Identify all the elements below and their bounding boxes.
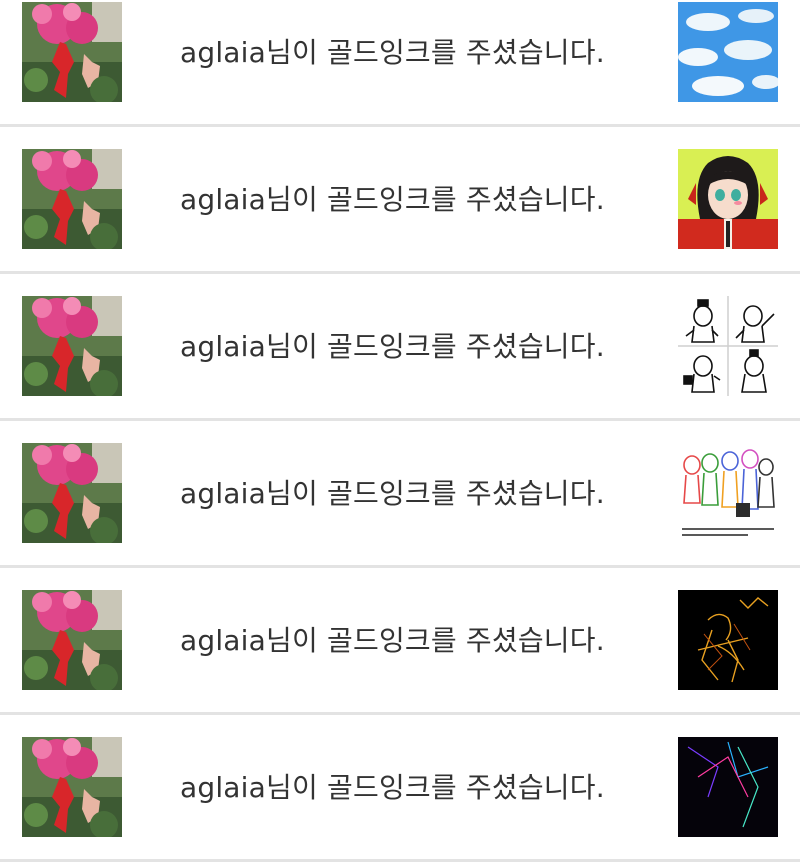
flower-photo-icon — [22, 443, 122, 543]
notification-row[interactable]: aglaia님이 골드잉크를 주셨습니다. — [0, 421, 800, 568]
flower-photo-icon — [22, 2, 122, 102]
notification-row[interactable]: aglaia님이 골드잉크를 주셨습니다. — [0, 568, 800, 715]
notification-row[interactable]: aglaia님이 골드잉크를 주셨습니다. — [0, 127, 800, 274]
notification-row[interactable]: aglaia님이 골드잉크를 주셨습니다. — [0, 715, 800, 862]
notification-message: aglaia님이 골드잉크를 주셨습니다. — [180, 624, 605, 657]
notification-row[interactable]: aglaia님이 골드잉크를 주셨습니다. — [0, 0, 800, 127]
user-avatar[interactable] — [22, 296, 122, 396]
notification-list: aglaia님이 골드잉크를 주셨습니다. aglaia님이 골드잉크를 주셨습… — [0, 0, 800, 862]
flower-photo-icon — [22, 296, 122, 396]
artwork-thumbnail[interactable] — [678, 590, 778, 690]
notification-message: aglaia님이 골드잉크를 주셨습니다. — [180, 36, 605, 69]
user-avatar[interactable] — [22, 443, 122, 543]
notification-message: aglaia님이 골드잉크를 주셨습니다. — [180, 477, 605, 510]
notification-row[interactable]: aglaia님이 골드잉크를 주셨습니다. — [0, 274, 800, 421]
artwork-thumbnail[interactable] — [678, 737, 778, 837]
flower-photo-icon — [22, 590, 122, 690]
user-avatar[interactable] — [22, 2, 122, 102]
user-avatar[interactable] — [22, 590, 122, 690]
notification-message: aglaia님이 골드잉크를 주셨습니다. — [180, 330, 605, 363]
anime-girl-icon — [678, 149, 778, 249]
artwork-thumbnail[interactable] — [678, 296, 778, 396]
dark-neon-sketch-icon — [678, 590, 778, 690]
sketch-comic-icon — [678, 296, 778, 396]
user-avatar[interactable] — [22, 149, 122, 249]
flower-photo-icon — [22, 737, 122, 837]
flower-photo-icon — [22, 149, 122, 249]
notification-message: aglaia님이 골드잉크를 주셨습니다. — [180, 183, 605, 216]
artwork-thumbnail[interactable] — [678, 2, 778, 102]
artwork-thumbnail[interactable] — [678, 443, 778, 543]
doodle-characters-icon — [678, 443, 778, 543]
dark-neon-lines-icon — [678, 737, 778, 837]
sky-clouds-icon — [678, 2, 778, 102]
artwork-thumbnail[interactable] — [678, 149, 778, 249]
user-avatar[interactable] — [22, 737, 122, 837]
